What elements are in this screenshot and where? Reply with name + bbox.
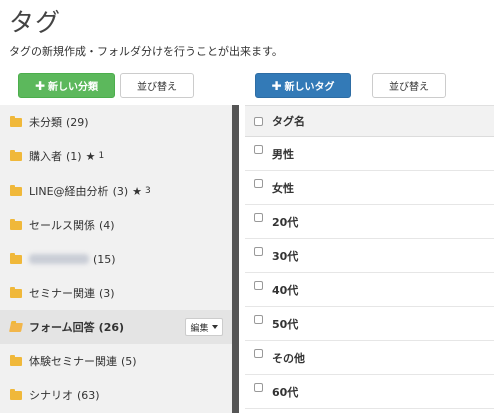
folder-item-uncategorized[interactable]: 未分類 (29) [0, 105, 232, 139]
tag-checkbox[interactable] [254, 247, 263, 256]
folder-item-trial-seminar[interactable]: 体験セミナー関連 (5) [0, 344, 232, 378]
tag-name-column-header: タグ名 [272, 115, 305, 128]
folder-icon [10, 149, 22, 161]
tag-name: 50代 [272, 317, 299, 331]
plus-icon: ✚ [34, 78, 46, 93]
star-count: 3 [145, 186, 151, 196]
new-tag-button[interactable]: ✚ 新しいタグ [255, 73, 351, 98]
tag-name: 20代 [272, 215, 299, 229]
folder-item-blurred[interactable]: (15) [0, 242, 232, 276]
tag-name: 40代 [272, 283, 299, 297]
new-tag-label: 新しいタグ [284, 82, 335, 93]
star-count: 1 [98, 151, 105, 161]
folder-name: 体験セミナー関連 [29, 355, 117, 368]
folder-item-form-answers[interactable]: フォーム回答 (26) 編集 [0, 310, 232, 344]
tag-name: 女性 [272, 181, 294, 195]
new-folder-label: 新しい分類 [48, 82, 99, 93]
tag-row[interactable]: 60代 [245, 375, 494, 409]
tag-row[interactable]: 20代 [245, 205, 494, 239]
folder-list: 未分類 (29) 購入者 (1) ★ 1 LINE@経由分析 (3) ★ 3 セ… [0, 105, 232, 413]
tag-checkbox[interactable] [254, 315, 263, 324]
tag-checkbox[interactable] [254, 179, 263, 188]
folder-count: (15) [93, 252, 116, 266]
folder-icon [10, 354, 22, 366]
tag-table-header: タグ名 [245, 105, 494, 137]
tag-row[interactable]: 40代 [245, 273, 494, 307]
tag-table: タグ名 男性 女性 20代 30代 40代 50代 その他 60代 [245, 105, 494, 413]
folder-icon [10, 286, 22, 298]
plus-icon: ✚ [271, 78, 282, 93]
tag-row[interactable]: 50代 [245, 307, 494, 341]
tag-row[interactable]: その他 [245, 341, 494, 375]
sort-folders-label: 並び替え [137, 82, 177, 93]
tag-checkbox[interactable] [254, 145, 263, 154]
folder-count: (3) [99, 286, 115, 300]
tag-name: その他 [272, 351, 305, 365]
folder-item-sales[interactable]: セールス関係 (4) [0, 208, 232, 242]
tag-row[interactable]: 男性 [245, 137, 494, 171]
sort-tags-button[interactable]: 並び替え [372, 73, 446, 98]
folder-item-seminar[interactable]: セミナー関連 (3) [0, 276, 232, 310]
folder-open-icon [9, 322, 23, 332]
panel-divider[interactable] [232, 105, 239, 413]
tag-checkbox[interactable] [254, 213, 263, 222]
folder-icon [10, 184, 22, 196]
folder-count: (63) [77, 388, 100, 402]
folder-icon [10, 252, 22, 264]
folder-name: LINE@経由分析 [29, 185, 109, 198]
folder-item-line-analysis[interactable]: LINE@経由分析 (3) ★ 3 [0, 174, 232, 208]
folder-item-scenario[interactable]: シナリオ (63) [0, 378, 232, 412]
star-icon: ★ [132, 184, 143, 198]
folder-count: (3) [112, 184, 129, 198]
tag-row[interactable]: 女性 [245, 171, 494, 205]
tag-checkbox[interactable] [254, 383, 263, 392]
tag-name: 60代 [272, 385, 299, 399]
new-folder-button[interactable]: ✚ 新しい分類 [18, 73, 115, 98]
folder-name: 未分類 [29, 116, 62, 129]
folder-count: (5) [121, 354, 137, 368]
tag-row[interactable]: 30代 [245, 239, 494, 273]
edit-folder-button[interactable]: 編集 [185, 318, 223, 336]
tag-name: 30代 [272, 249, 299, 263]
folder-count: (29) [66, 115, 89, 129]
folder-count: (4) [99, 218, 115, 232]
tag-checkbox[interactable] [254, 281, 263, 290]
edit-label: 編集 [190, 323, 209, 334]
blurred-folder-name [29, 254, 89, 264]
sort-tags-label: 並び替え [389, 82, 429, 93]
folder-icon [10, 115, 22, 127]
sort-folders-button[interactable]: 並び替え [120, 73, 194, 98]
caret-down-icon [211, 325, 218, 329]
tag-name: 男性 [272, 147, 294, 161]
folder-name: セールス関係 [29, 219, 95, 232]
select-all-checkbox[interactable] [254, 116, 263, 126]
folder-icon [10, 218, 22, 230]
folder-name: セミナー関連 [29, 287, 95, 300]
folder-item-purchasers[interactable]: 購入者 (1) ★ 1 [0, 139, 232, 173]
tag-checkbox[interactable] [254, 349, 263, 358]
star-icon: ★ [85, 149, 96, 163]
folder-count: (1) [66, 149, 82, 163]
folder-icon [10, 388, 22, 400]
page-title: タグ [9, 8, 62, 37]
page-description: タグの新規作成・フォルダ分けを行うことが出来ます。 [9, 45, 283, 58]
folder-name: フォーム回答 [29, 321, 95, 334]
folder-name: シナリオ [29, 389, 73, 402]
folder-count: (26) [98, 320, 125, 334]
folder-name: 購入者 [29, 150, 62, 163]
